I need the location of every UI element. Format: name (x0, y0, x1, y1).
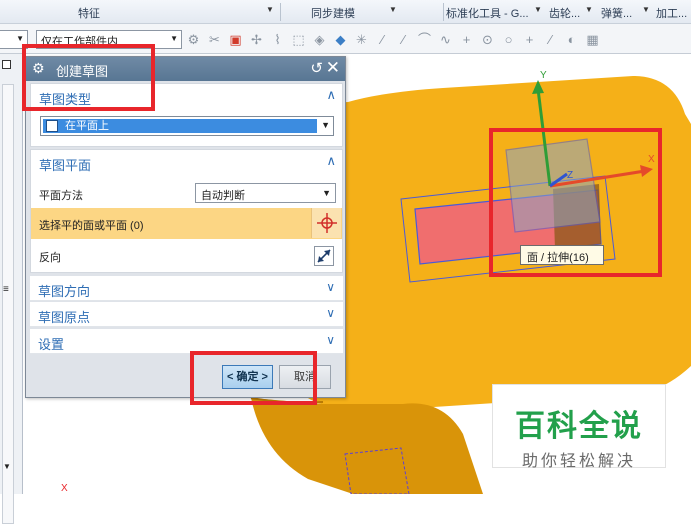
chevron-down-icon[interactable]: ▼ (534, 5, 542, 14)
chevron-down-icon[interactable]: ∨ (326, 333, 335, 347)
scroll-down-icon[interactable]: ▼ (3, 462, 11, 471)
reverse-arrows-icon (317, 249, 331, 263)
circle-center-icon[interactable]: ⊙ (480, 32, 495, 47)
chevron-down-icon[interactable]: ∨ (326, 280, 335, 294)
snap-existing-icon[interactable]: ◐ (564, 32, 579, 47)
plane-type-icon (46, 120, 58, 132)
chevron-down-icon[interactable]: ∨ (326, 306, 335, 320)
snap-point-icon[interactable]: ✢ (249, 32, 264, 47)
chevron-down-icon[interactable]: ▼ (585, 5, 593, 14)
resource-checkbox[interactable] (2, 60, 11, 69)
chevron-up-icon[interactable]: ∧ (326, 153, 336, 169)
section-label: 草图原点 (38, 310, 91, 325)
close-icon[interactable]: ✕ (326, 58, 340, 78)
splitter-handle-icon[interactable]: ≡ (3, 284, 9, 295)
arc-icon[interactable]: ⌒ (417, 32, 432, 47)
snap-midpoint-icon[interactable]: ⌇ (270, 32, 285, 47)
sketch-type-value: 在平面上 (43, 119, 317, 133)
line-icon[interactable]: ⁄ (375, 32, 390, 47)
plane-method-select[interactable]: 自动判断 ▼ (195, 183, 336, 203)
chevron-down-icon[interactable]: ▼ (389, 5, 397, 14)
slash-icon[interactable]: ⁄ (396, 32, 411, 47)
section-sketch-plane: 草图平面 ∧ 平面方法 自动判断 ▼ 选择平的面或平面 (0) 反向 (30, 149, 343, 273)
section-label: 设置 (38, 337, 65, 352)
select-feature-icon[interactable]: ▣ (228, 32, 243, 47)
chevron-down-icon: ▼ (170, 34, 178, 43)
select-plane-label: 选择平的面或平面 (0) (39, 220, 144, 232)
reset-icon[interactable]: ↺ (310, 59, 323, 77)
tangent-icon[interactable]: ⁄ (543, 32, 558, 47)
spline-icon[interactable]: ∿ (438, 32, 453, 47)
chevron-down-icon[interactable]: ▼ (642, 5, 650, 14)
grid-icon[interactable]: ▦ (585, 32, 600, 47)
select-face-icon[interactable]: ⚙ (186, 32, 201, 47)
chevron-up-icon[interactable]: ∧ (326, 87, 336, 103)
select-edge-icon[interactable]: ✂ (207, 32, 222, 47)
snap-toolbar: ⚙ ✂ ▣ ✢ ⌇ ⬚ ◈ ◆ ✳ ⁄ ⁄ ⌒ ∿ + ⊙ ○ + ⁄ ◐ ▦ (186, 29, 600, 49)
watermark-logo: 百科全说 助你轻松解决 (492, 384, 666, 470)
watermark-subtitle: 助你轻松解决 (521, 453, 636, 470)
solid-icon[interactable]: ◈ (312, 32, 327, 47)
section-header-orientation[interactable]: 草图方向 ∨ (30, 276, 343, 301)
body-icon[interactable]: ◆ (333, 32, 348, 47)
section-label: 草图平面 (39, 158, 92, 173)
watermark-title: 百科全说 (515, 410, 643, 443)
ribbon-group-process[interactable]: 加工... (656, 5, 687, 21)
ribbon-group-spring[interactable]: 弹簧... (601, 5, 632, 21)
ribbon-group-sync[interactable]: 同步建模 (311, 5, 355, 21)
divider (443, 3, 444, 21)
box-select-icon[interactable]: ⬚ (291, 32, 306, 47)
section-label: 草图方向 (38, 284, 91, 299)
ribbon-group-std-tools[interactable]: 标准化工具 - G... (446, 5, 529, 21)
reverse-direction-button[interactable] (314, 246, 334, 266)
chevron-down-icon: ▼ (16, 34, 24, 43)
section-header-plane[interactable]: 草图平面 ∧ (31, 150, 342, 174)
annotation-box-type (22, 44, 155, 111)
ribbon-group-bar: 特征 ▼ 同步建模 ▼ 标准化工具 - G... ▼ 齿轮... ▼ 弹簧...… (0, 0, 691, 24)
crosshair-icon (317, 213, 337, 233)
intersection-icon[interactable]: + (459, 32, 474, 47)
ribbon-group-feature[interactable]: 特征 (78, 5, 100, 21)
scrollbar[interactable] (2, 84, 14, 524)
divider (280, 3, 281, 21)
plane-method-label: 平面方法 (39, 190, 83, 202)
chevron-down-icon: ▼ (322, 188, 331, 198)
crosshair-select-button[interactable] (311, 208, 341, 238)
axis-y-label: Y (540, 70, 547, 81)
reverse-row: 反向 (31, 242, 342, 268)
plane-method-value: 自动判断 (201, 190, 245, 202)
chevron-down-icon: ▼ (321, 120, 330, 130)
plane-method-row: 平面方法 自动判断 ▼ (31, 180, 342, 206)
select-plane-row[interactable]: 选择平的面或平面 (0) (31, 208, 342, 239)
part-bottom-face (251, 398, 483, 494)
resource-bar: ≡ ▼ (0, 54, 23, 524)
section-header-origin[interactable]: 草图原点 ∨ (30, 302, 343, 327)
quadrant-icon[interactable]: ○ (501, 32, 516, 47)
annotation-box-face (489, 128, 662, 277)
ribbon-group-gear[interactable]: 齿轮... (549, 5, 580, 21)
sketch-type-select[interactable]: 在平面上 ▼ (40, 116, 334, 136)
chevron-down-icon[interactable]: ▼ (266, 5, 274, 14)
annotation-box-ok (190, 351, 317, 405)
plus-icon[interactable]: + (522, 32, 537, 47)
reverse-label: 反向 (39, 252, 61, 264)
point-cloud-icon[interactable]: ✳ (354, 32, 369, 47)
origin-x-label: X (61, 483, 68, 494)
